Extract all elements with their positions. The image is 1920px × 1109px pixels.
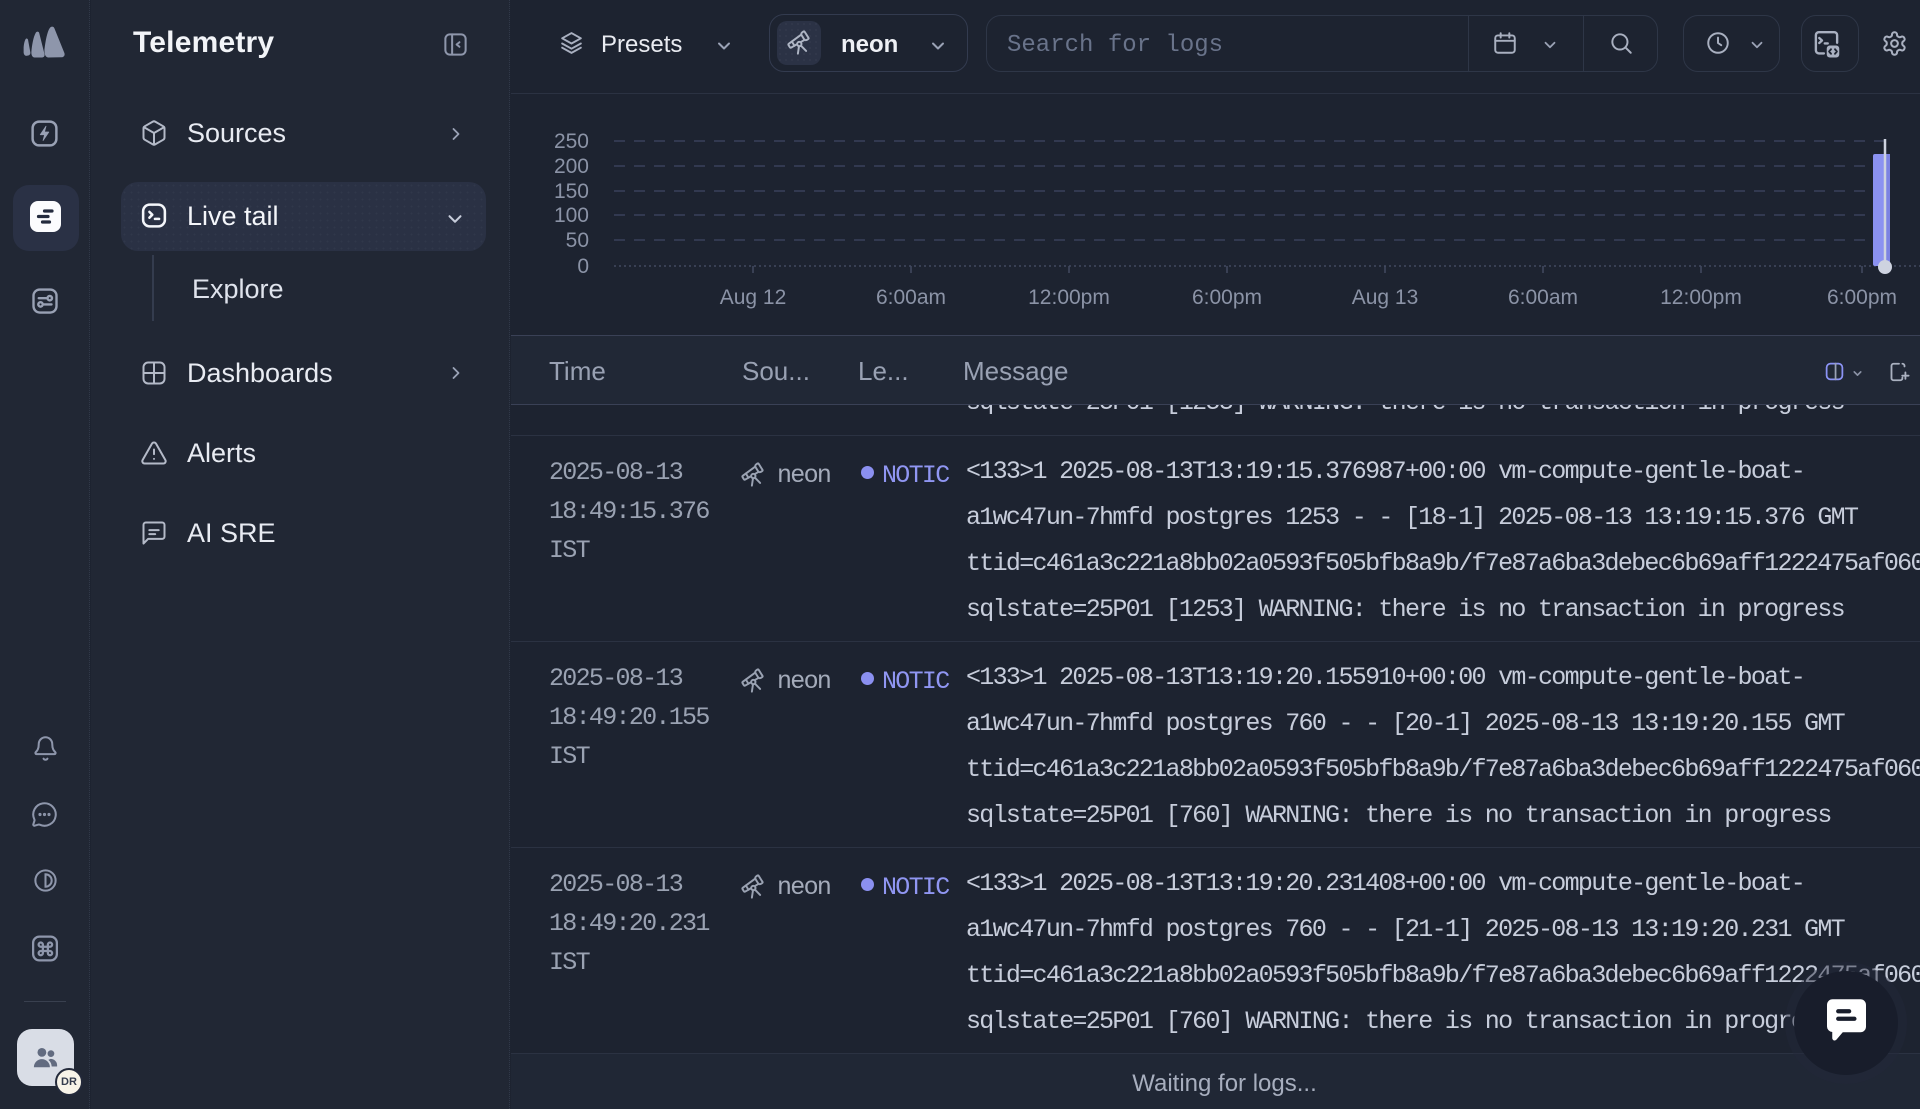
svg-text:6:00am: 6:00am xyxy=(1508,286,1578,309)
svg-text:6:00pm: 6:00pm xyxy=(1192,286,1262,309)
svg-text:Aug 13: Aug 13 xyxy=(1352,286,1419,309)
svg-text:0: 0 xyxy=(577,255,589,278)
svg-text:50: 50 xyxy=(566,229,589,252)
svg-text:150: 150 xyxy=(554,180,589,203)
svg-text:12:00pm: 12:00pm xyxy=(1028,286,1110,309)
svg-text:6:00pm: 6:00pm xyxy=(1827,286,1897,309)
svg-text:Aug 12: Aug 12 xyxy=(720,286,787,309)
svg-text:6:00am: 6:00am xyxy=(876,286,946,309)
svg-text:100: 100 xyxy=(554,204,589,227)
svg-text:250: 250 xyxy=(554,130,589,153)
svg-text:12:00pm: 12:00pm xyxy=(1660,286,1742,309)
svg-text:200: 200 xyxy=(554,155,589,178)
